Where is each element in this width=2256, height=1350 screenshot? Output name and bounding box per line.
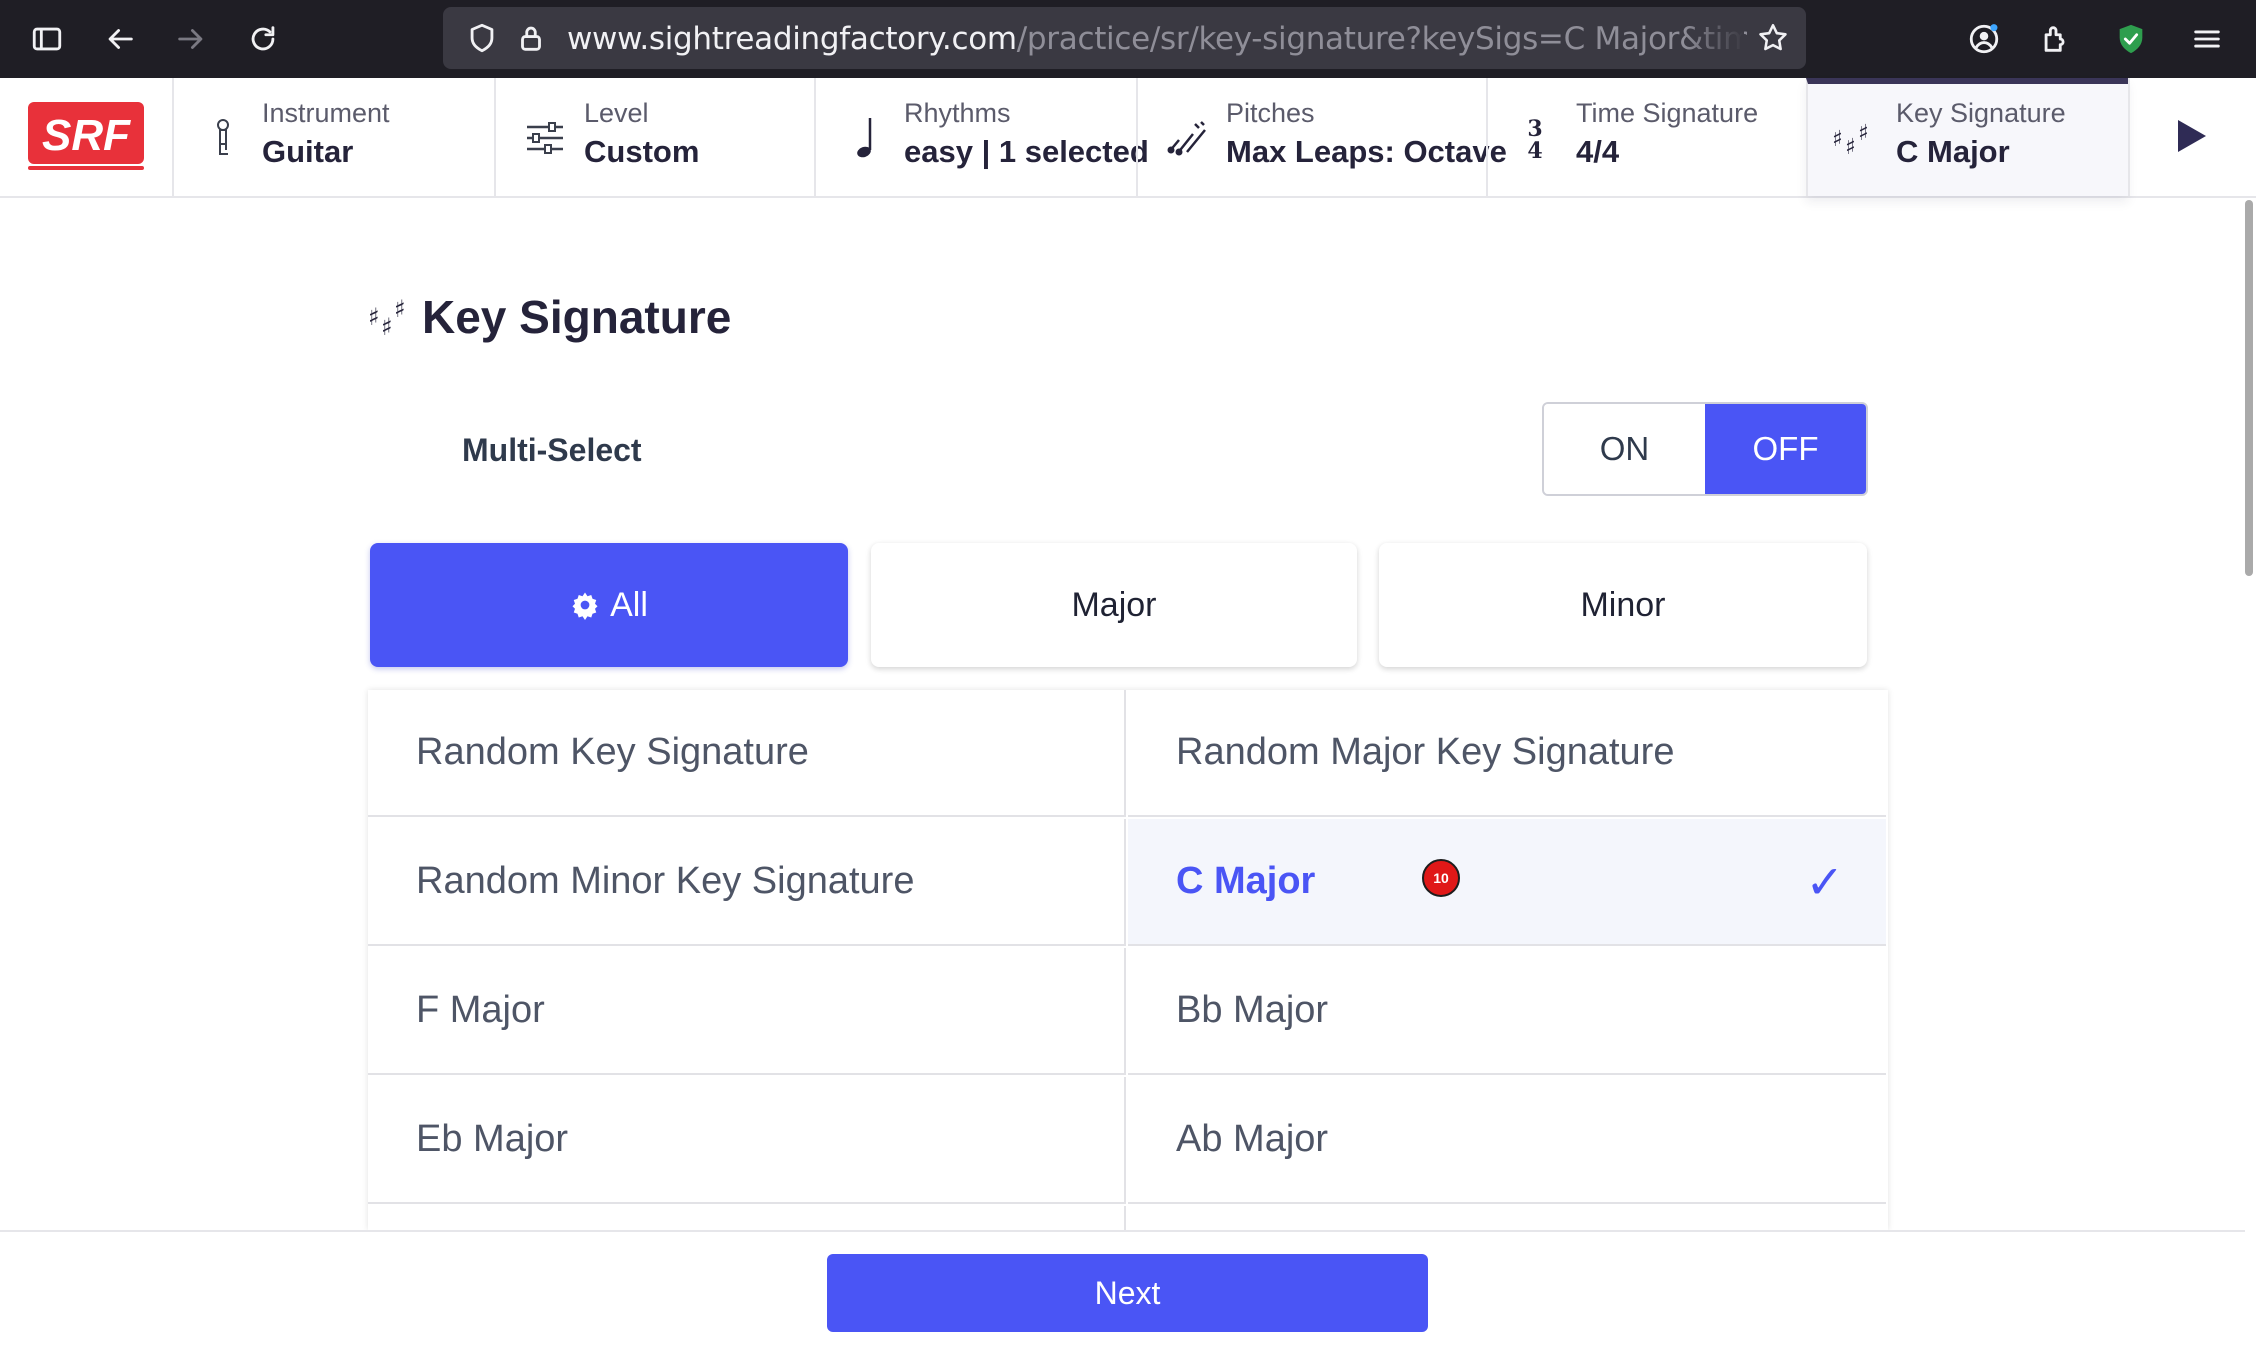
svg-text:♯: ♯	[1832, 127, 1843, 152]
nav-item-rhythms[interactable]: Rhythms easy | 1 selected	[814, 78, 1149, 196]
srf-logo[interactable]: SRF	[28, 102, 144, 174]
play-icon[interactable]	[2170, 114, 2220, 164]
option-label: Eb Major	[416, 1118, 569, 1160]
browser-toolbar: www.sightreadingfactory.com/practice/sr/…	[0, 0, 2256, 78]
page-title-text: Key Signature	[422, 291, 732, 343]
svg-text:♯: ♯	[381, 313, 393, 341]
multi-select-on-option[interactable]: ON	[1544, 404, 1705, 494]
sidebar-toggle-icon[interactable]	[22, 14, 72, 64]
adblock-shield-icon[interactable]	[2106, 14, 2156, 64]
address-bar[interactable]: www.sightreadingfactory.com/practice/sr/…	[443, 7, 1806, 69]
option-label: C Major	[1176, 860, 1316, 902]
practice-settings-nav: SRF Instrument Guitar Level Custom Rhyth…	[0, 78, 2256, 198]
account-icon[interactable]	[1959, 14, 2009, 64]
page-title: ♯ ♯ ♯ Key Signature	[368, 284, 731, 350]
nav-value-time-signature: 4/4	[1576, 134, 1620, 169]
filter-minor-button[interactable]: Minor	[1379, 543, 1867, 667]
nav-value-level: Custom	[584, 134, 700, 169]
nav-value-pitches: Max Leaps: Octave	[1226, 134, 1507, 169]
key-option-bb-major[interactable]: Bb Major	[1128, 948, 1886, 1075]
nav-item-pitches[interactable]: Pitches Max Leaps: Octave	[1136, 78, 1507, 196]
extensions-icon[interactable]	[2031, 14, 2081, 64]
multi-select-off-option[interactable]: OFF	[1705, 404, 1866, 494]
filter-all-label: All	[610, 585, 648, 624]
option-label: Random Minor Key Signature	[416, 860, 915, 902]
svg-text:♯: ♯	[1845, 135, 1856, 158]
key-option-random-minor[interactable]: Random Minor Key Signature	[368, 819, 1126, 946]
svg-text:4: 4	[1527, 138, 1542, 162]
click-count-badge: 10	[1422, 859, 1460, 897]
svg-text:♯: ♯	[394, 295, 406, 323]
filter-minor-label: Minor	[1580, 585, 1666, 624]
key-option-partial[interactable]	[1128, 1206, 1886, 1230]
multi-select-label: Multi-Select	[462, 432, 642, 468]
key-option-partial[interactable]	[368, 1206, 1126, 1230]
menu-icon[interactable]	[2182, 14, 2232, 64]
lock-icon[interactable]	[506, 13, 556, 63]
checkmark-icon: ✓	[1805, 855, 1844, 909]
option-label: Random Major Key Signature	[1176, 731, 1675, 773]
nav-item-level[interactable]: Level Custom	[494, 78, 814, 196]
option-label: Ab Major	[1176, 1118, 1329, 1160]
logo-text: SRF	[42, 111, 131, 160]
reload-icon[interactable]	[238, 14, 288, 64]
footer-bar: Next	[0, 1230, 2245, 1350]
key-option-c-major[interactable]: C Major ✓	[1128, 819, 1886, 946]
key-signature-options-grid: Random Key Signature Random Major Key Si…	[368, 690, 1888, 1230]
page-scrollbar[interactable]	[2245, 200, 2253, 576]
key-option-ab-major[interactable]: Ab Major	[1128, 1077, 1886, 1204]
svg-text:♯: ♯	[368, 303, 380, 331]
nav-label-key-signature: Key Signature	[1896, 98, 2066, 128]
nav-value-rhythms: easy | 1 selected	[904, 134, 1149, 169]
url-path: /practice/sr/key-signature?keySigs=C Maj…	[1016, 21, 1747, 57]
sharps-icon: ♯♯♯	[368, 295, 406, 341]
quarter-note-icon	[840, 110, 890, 166]
next-button[interactable]: Next	[827, 1254, 1428, 1332]
nav-label-pitches: Pitches	[1226, 98, 1315, 128]
option-label: Bb Major	[1176, 989, 1329, 1031]
nav-item-key-signature[interactable]: ♯ ♯ ♯ Key Signature C Major	[1806, 78, 2128, 196]
sliders-icon	[520, 110, 570, 166]
time-signature-icon: 34	[1510, 110, 1560, 166]
nav-label-rhythms: Rhythms	[904, 98, 1011, 128]
url-fade	[1684, 17, 1744, 61]
filter-major-label: Major	[1071, 585, 1157, 624]
nav-item-play	[2128, 78, 2256, 196]
pitches-icon	[1162, 110, 1212, 166]
nav-item-instrument[interactable]: Instrument Guitar	[172, 78, 494, 196]
nav-label-level: Level	[584, 98, 649, 128]
sharps-icon: ♯♯♯	[1832, 110, 1882, 166]
back-arrow-icon[interactable]	[95, 14, 145, 64]
bookmark-star-icon[interactable]	[1748, 13, 1798, 63]
url-host: www.sightreadingfactory.com	[567, 21, 1017, 57]
nav-item-time-signature[interactable]: 34 Time Signature 4/4	[1486, 78, 1806, 196]
nav-label-instrument: Instrument	[262, 98, 390, 128]
svg-text:♯: ♯	[1858, 121, 1869, 146]
filter-major-button[interactable]: Major	[871, 543, 1357, 667]
multi-select-toggle[interactable]: ON OFF	[1542, 402, 1868, 496]
nav-value-instrument: Guitar	[262, 134, 354, 169]
forward-arrow-icon[interactable]	[166, 14, 216, 64]
filter-all-button[interactable]: All	[370, 543, 848, 667]
guitar-icon	[198, 110, 248, 166]
shield-icon[interactable]	[457, 13, 507, 63]
key-option-eb-major[interactable]: Eb Major	[368, 1077, 1126, 1204]
option-label: Random Key Signature	[416, 731, 809, 773]
key-option-random-key[interactable]: Random Key Signature	[368, 690, 1126, 817]
key-option-f-major[interactable]: F Major	[368, 948, 1126, 1075]
nav-value-key-signature: C Major	[1896, 134, 2010, 169]
nav-label-time-signature: Time Signature	[1576, 98, 1759, 128]
gear-icon	[572, 592, 598, 620]
key-option-random-major[interactable]: Random Major Key Signature	[1128, 690, 1886, 817]
url-text[interactable]: www.sightreadingfactory.com/practice/sr/…	[567, 21, 1747, 57]
option-label: F Major	[416, 989, 545, 1031]
